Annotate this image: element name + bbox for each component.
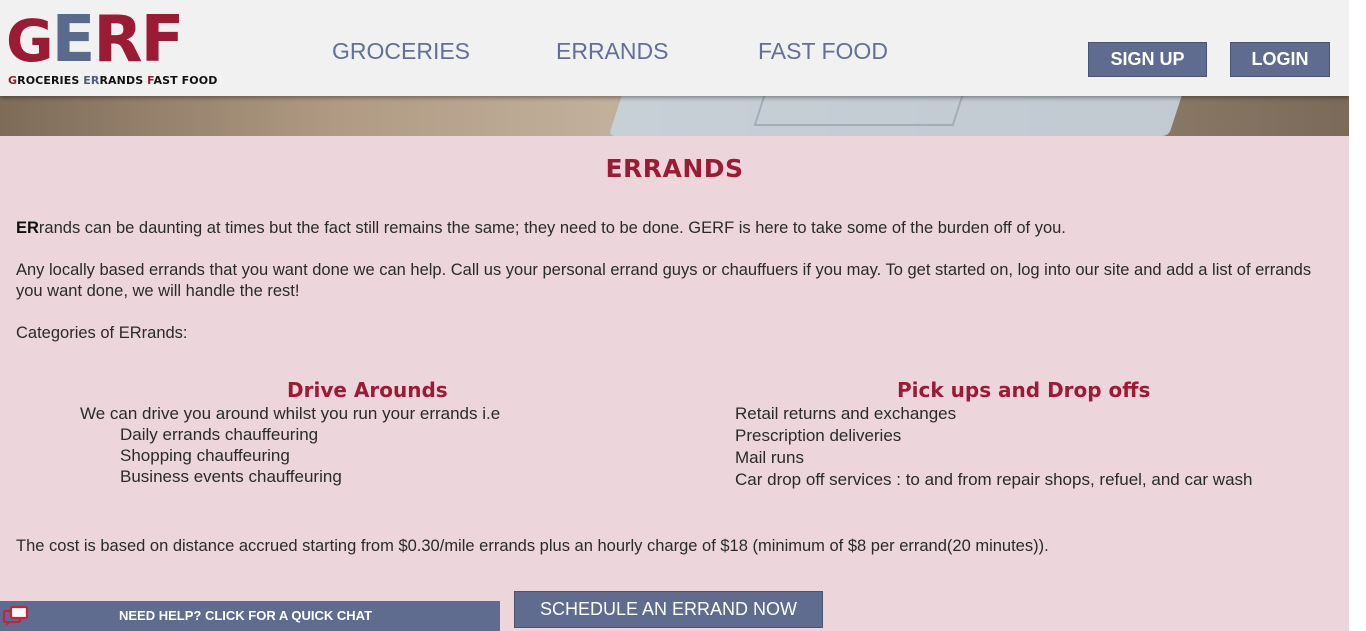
site-header: GERF GROCERIES ERRANDS FAST FOOD GROCERI… <box>0 0 1349 96</box>
pickups-list: Retail returns and exchanges Prescriptio… <box>735 403 1253 491</box>
hero-image <box>0 96 1349 136</box>
pickups-heading: Pick ups and Drop offs <box>897 378 1151 402</box>
nav-link-groceries[interactable]: GROCERIES <box>332 38 470 65</box>
list-item: Retail returns and exchanges <box>735 404 957 423</box>
logo-letters: GERF <box>6 3 185 77</box>
nav-link-errands[interactable]: ERRANDS <box>556 38 668 65</box>
list-item: Prescription deliveries <box>735 426 902 445</box>
drive-arounds-intro: We can drive you around whilst you run y… <box>80 404 501 423</box>
chat-bubbles-icon <box>2 605 29 626</box>
categories-label: Categories of ERrands: <box>16 324 188 342</box>
intro-text: rands can be daunting at times but the f… <box>38 219 1066 237</box>
help-paragraph: Any locally based errands that you want … <box>16 261 1312 300</box>
intro-bold: ER <box>16 219 39 237</box>
list-item: Business events chauffeuring <box>120 467 342 486</box>
page-scrollbar[interactable] <box>1349 0 1366 631</box>
logo-letter-r: R <box>93 3 142 77</box>
list-item: Daily errands chauffeuring <box>120 425 319 444</box>
drive-arounds-list: We can drive you around whilst you run y… <box>80 403 500 487</box>
list-item: Shopping chauffeuring <box>120 446 290 465</box>
logo-letter-f: F <box>140 3 185 77</box>
schedule-errand-button[interactable]: SCHEDULE AN ERRAND NOW <box>514 591 823 628</box>
quick-chat-label: NEED HELP? CLICK FOR A QUICK CHAT <box>119 608 373 623</box>
list-item: Mail runs <box>735 448 804 467</box>
sign-up-button[interactable]: SIGN UP <box>1088 42 1207 77</box>
logo-letter-g: G <box>6 7 54 75</box>
list-item: Car drop off services : to and from repa… <box>735 470 1253 489</box>
cost-paragraph: The cost is based on distance accrued st… <box>16 537 1049 555</box>
intro-paragraph: ERrands can be daunting at times but the… <box>16 218 1316 239</box>
quick-chat-bar[interactable]: NEED HELP? CLICK FOR A QUICK CHAT <box>0 601 500 631</box>
logo-tagline: GROCERIES ERRANDS FAST FOOD <box>8 74 218 87</box>
page: GERF GROCERIES ERRANDS FAST FOOD GROCERI… <box>0 0 1349 631</box>
drive-arounds-heading: Drive Arounds <box>287 378 448 402</box>
nav-link-fast-food[interactable]: FAST FOOD <box>758 38 888 65</box>
page-title: ERRANDS <box>605 154 744 183</box>
login-button[interactable]: LOGIN <box>1230 42 1330 77</box>
hero-paper-detail <box>753 96 967 126</box>
logo-letter-e: E <box>51 3 96 77</box>
gerf-logo[interactable]: GERF GROCERIES ERRANDS FAST FOOD <box>6 3 218 92</box>
